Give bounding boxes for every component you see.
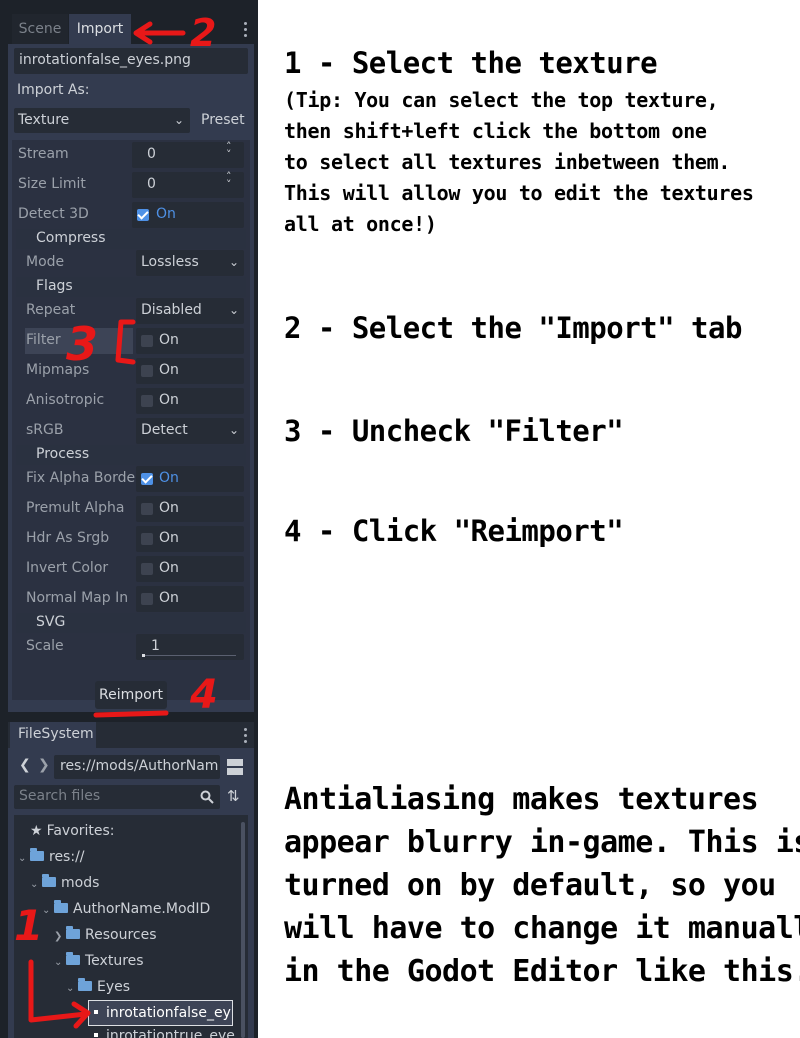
step-2-text: 2 - Select the "Import" tab <box>284 311 742 345</box>
annotation-arrow-1 <box>28 959 91 1029</box>
step-1-text: 1 - Select the texture <box>284 46 658 80</box>
explanation-line-2: appear blurry in-game. This is <box>284 825 800 860</box>
tip-line-4: This will allow you to edit the textures <box>284 181 754 205</box>
annotation-number-4: 4 <box>189 672 218 718</box>
annotation-number-2: 2 <box>190 11 216 55</box>
step-3-text: 3 - Uncheck "Filter" <box>284 414 624 448</box>
tip-line-1: (Tip: You can select the top texture, <box>284 88 719 112</box>
annotation-number-1: 1 <box>14 901 43 950</box>
tip-line-2: then shift+left click the bottom one <box>284 119 707 143</box>
annotation-number-3: 3 <box>66 317 98 371</box>
explanation-line-1: Antialiasing makes textures <box>284 782 759 817</box>
tip-line-5: all at once!) <box>284 212 437 236</box>
tip-line-3: to select all textures inbetween them. <box>284 150 731 174</box>
annotation-bracket-3 <box>115 319 136 365</box>
annotation-arrow-2 <box>133 21 186 45</box>
explanation-line-4: will have to change it manually <box>284 911 800 946</box>
annotation-underline-4 <box>93 710 169 718</box>
explanation-line-5: in the Godot Editor like this. <box>284 954 800 989</box>
explanation-line-3: turned on by default, so you <box>284 868 776 903</box>
step-4-text: 4 - Click "Reimport" <box>284 514 624 548</box>
